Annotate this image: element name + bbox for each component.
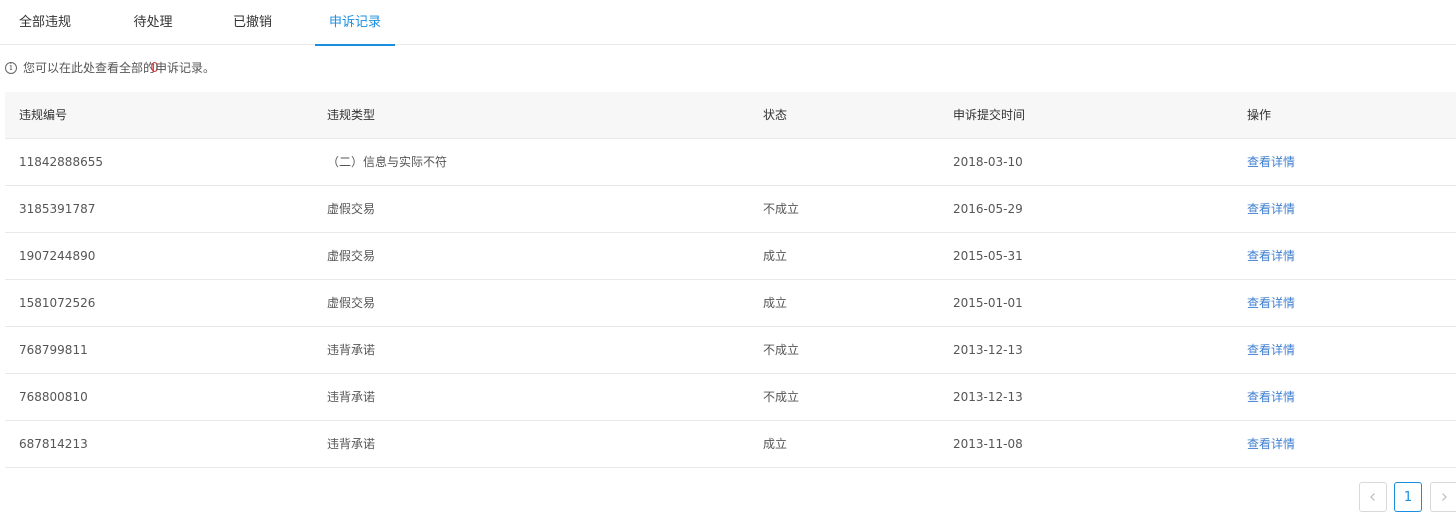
header-violation-id: 违规编号 (19, 108, 68, 122)
violation-type: 违背承诺 (327, 343, 376, 357)
violation-id: 3185391787 (19, 202, 96, 216)
tab-label: 全部违规 (19, 15, 72, 30)
view-details-link[interactable]: 查看详情 (1247, 186, 1295, 232)
header-action: 操作 (1247, 108, 1272, 122)
header-violation-type: 违规类型 (327, 108, 376, 122)
table-row: 687814213 违背承诺 成立 2013-11-08 查看详情 (5, 421, 1456, 468)
chevron-left-icon (1370, 493, 1375, 501)
violation-id: 11842888655 (19, 155, 103, 169)
appeal-date: 2013-12-13 (953, 390, 1023, 404)
appeal-date: 2018-03-10 (953, 155, 1023, 169)
appeal-date: 2015-05-31 (953, 249, 1023, 263)
violation-type: 违背承诺 (327, 437, 376, 451)
page-button-current[interactable]: 1 (1394, 482, 1422, 512)
prev-page-button[interactable] (1359, 482, 1387, 512)
appeal-date: 2013-11-08 (953, 437, 1023, 451)
header-appeal-date: 申诉提交时间 (953, 108, 1026, 122)
tab-label: 待处理 (133, 15, 173, 30)
chevron-right-icon (1441, 493, 1447, 501)
violation-type: 虚假交易 (327, 202, 376, 216)
next-page-button[interactable] (1430, 482, 1456, 512)
view-details-link[interactable]: 查看详情 (1247, 374, 1295, 420)
violation-id: 1581072526 (19, 296, 96, 310)
tab-all-violations[interactable]: 全部违规 (19, 0, 71, 45)
view-details-link[interactable]: 查看详情 (1247, 139, 1295, 185)
info-notice: i 您可以在此处查看全部的申诉记录。 (5, 60, 215, 76)
violation-type: 虚假交易 (327, 296, 376, 310)
appeal-status: 成立 (763, 296, 788, 310)
table-row: 768799811 违背承诺 不成立 2013-12-13 查看详情 (5, 327, 1456, 374)
appeal-status: 不成立 (763, 390, 800, 404)
appeal-date: 2013-12-13 (953, 343, 1023, 357)
table-row: 768800810 违背承诺 不成立 2013-12-13 查看详情 (5, 374, 1456, 421)
tab-bar: 全部违规 待处理0 已撤销 申诉记录 (0, 0, 1456, 76)
table-row: 1907244890 虚假交易 成立 2015-05-31 查看详情 (5, 233, 1456, 280)
appeal-date: 2015-01-01 (953, 296, 1023, 310)
appeal-status: 成立 (763, 249, 788, 263)
tab-pending[interactable]: 待处理0 (128, 0, 178, 76)
appeal-date: 2016-05-29 (953, 202, 1023, 216)
appeal-status: 不成立 (763, 343, 800, 357)
table-header: 违规编号 违规类型 状态 申诉提交时间 操作 (5, 92, 1456, 139)
table-row: 1581072526 虚假交易 成立 2015-01-01 查看详情 (5, 280, 1456, 327)
violation-type: （二）信息与实际不符 (327, 155, 448, 169)
view-details-link[interactable]: 查看详情 (1247, 280, 1295, 326)
header-status: 状态 (763, 108, 788, 122)
table-row: 3185391787 虚假交易 不成立 2016-05-29 查看详情 (5, 186, 1456, 233)
appeal-status: 不成立 (763, 202, 800, 216)
view-details-link[interactable]: 查看详情 (1247, 233, 1295, 279)
violation-id: 1907244890 (19, 249, 96, 263)
notice-text: 您可以在此处查看全部的申诉记录。 (23, 61, 216, 75)
violation-type: 虚假交易 (327, 249, 376, 263)
violation-id: 768799811 (19, 343, 88, 357)
tab-appeal-records[interactable]: 申诉记录 (315, 0, 395, 46)
violation-id: 768800810 (19, 390, 88, 404)
tab-label: 申诉记录 (328, 15, 381, 30)
tab-label: 已撤销 (233, 15, 273, 30)
view-details-link[interactable]: 查看详情 (1247, 421, 1295, 467)
table-row: 11842888655 （二）信息与实际不符 2018-03-10 查看详情 (5, 139, 1456, 186)
view-details-link[interactable]: 查看详情 (1247, 327, 1295, 373)
violation-id: 687814213 (19, 437, 88, 451)
info-icon: i (5, 62, 17, 74)
appeal-records-table: 违规编号 违规类型 状态 申诉提交时间 操作 11842888655 （二）信息… (5, 92, 1456, 468)
tab-revoked[interactable]: 已撤销 (233, 0, 272, 45)
appeal-status: 成立 (763, 437, 788, 451)
violation-type: 违背承诺 (327, 390, 376, 404)
